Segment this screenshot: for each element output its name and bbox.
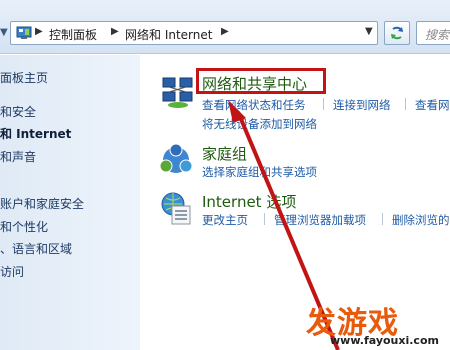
breadcrumb-separator-icon: ▶ — [35, 26, 43, 37]
change-home-page-link[interactable]: 更改主页 — [202, 212, 248, 228]
internet-options-icon — [161, 192, 191, 225]
refresh-button[interactable] — [384, 21, 410, 45]
watermark: 发游戏 www.fayouxi.com — [300, 298, 450, 350]
link-divider — [264, 213, 265, 225]
nav-item-security[interactable]: 和安全 — [0, 103, 36, 120]
nav-item-region-language[interactable]: 、语言和区域 — [0, 240, 72, 257]
refresh-icon — [391, 26, 403, 40]
internet-options-link[interactable]: Internet 选项 — [202, 191, 296, 212]
network-center-icon — [162, 77, 193, 108]
nav-item-sound[interactable]: 和声音 — [0, 148, 36, 165]
link-divider — [382, 213, 383, 225]
nav-item-personalization[interactable]: 和个性化 — [0, 218, 48, 235]
address-dropdown-icon[interactable]: ▼ — [365, 26, 373, 37]
breadcrumb-network-internet[interactable]: 网络和 Internet — [125, 26, 212, 43]
link-divider — [405, 98, 406, 110]
breadcrumb-separator-icon: ▶ — [111, 26, 119, 37]
view-network-link[interactable]: 查看网 — [415, 97, 450, 113]
address-toolbar: ▼ ▶ 控制面板 ▶ 网络和 Internet ▶ ▼ 搜索 — [0, 0, 450, 54]
connect-to-network-link[interactable]: 连接到网络 — [333, 97, 391, 113]
left-navigation-pane: 面板主页 和安全 和 Internet 和声音 账户和家庭安全 和个性化 、语言… — [0, 55, 140, 350]
nav-item-accounts[interactable]: 账户和家庭安全 — [0, 195, 84, 212]
link-divider — [323, 98, 324, 110]
nav-item-home[interactable]: 面板主页 — [0, 69, 48, 86]
homegroup-link[interactable]: 家庭组 — [202, 143, 247, 164]
highlight-box — [196, 68, 326, 94]
homegroup-icon — [159, 143, 193, 173]
breadcrumb-separator-icon: ▶ — [221, 26, 229, 37]
manage-addons-link[interactable]: 管理浏览器加载项 — [274, 212, 366, 228]
add-wireless-device-link[interactable]: 将无线设备添加到网络 — [202, 116, 317, 132]
recent-pages-chevron-icon[interactable]: ▼ — [0, 26, 10, 40]
nav-item-network-internet[interactable]: 和 Internet — [0, 125, 71, 142]
view-network-status-link[interactable]: 查看网络状态和任务 — [202, 97, 306, 113]
homegroup-sharing-options-link[interactable]: 选择家庭组和共享选项 — [202, 164, 317, 180]
nav-item-accessibility[interactable]: 访问 — [0, 263, 24, 280]
watermark-url: www.fayouxi.com — [330, 334, 439, 347]
control-panel-icon — [16, 26, 32, 39]
breadcrumb-control-panel[interactable]: 控制面板 — [49, 26, 97, 43]
address-bar[interactable]: ▶ 控制面板 ▶ 网络和 Internet ▶ ▼ — [10, 21, 378, 45]
search-input[interactable]: 搜索 — [416, 21, 450, 45]
delete-browsing-history-link[interactable]: 删除浏览的 — [392, 212, 450, 228]
